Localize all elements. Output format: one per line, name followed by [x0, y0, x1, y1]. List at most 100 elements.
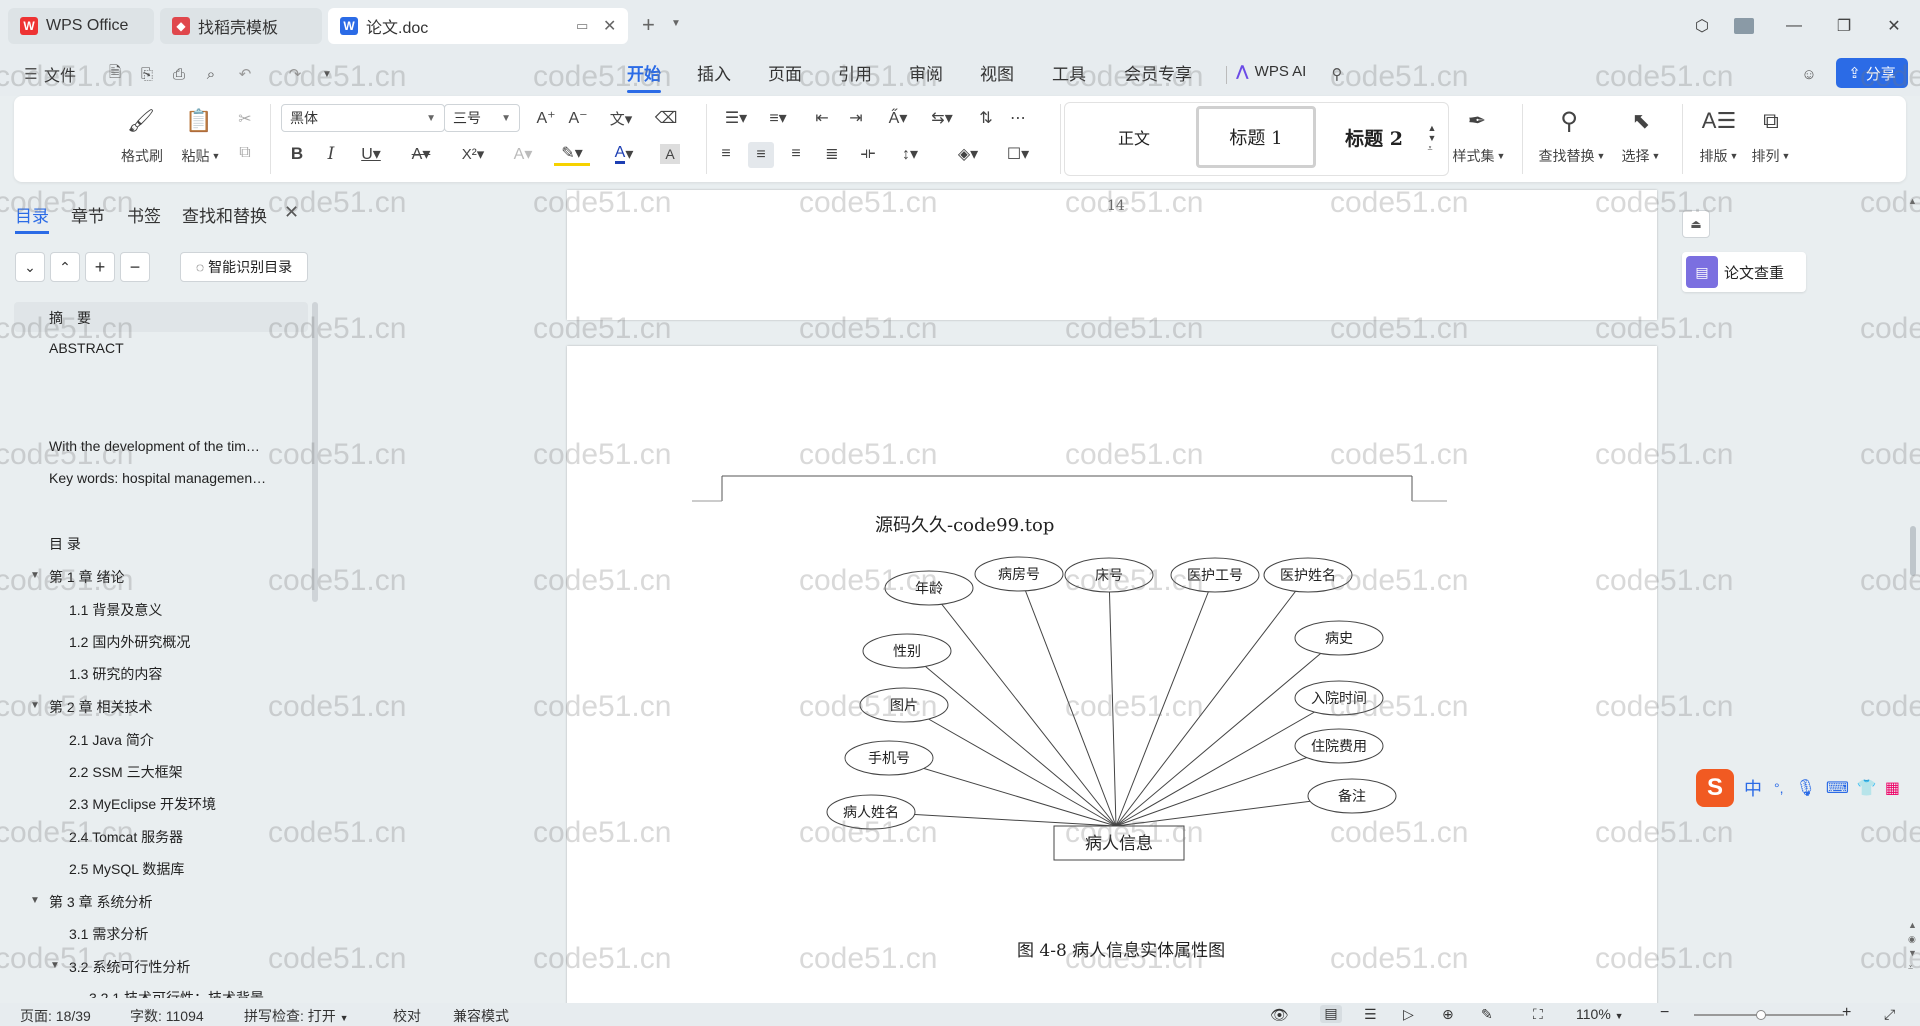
toc-item[interactable]: With the development of the tim…: [49, 438, 260, 454]
ime-lang-toggle[interactable]: 中: [1744, 775, 1762, 801]
cube-icon[interactable]: ⬡: [1688, 12, 1716, 40]
style-normal[interactable]: 正文: [1074, 106, 1194, 168]
font-name-select[interactable]: 黑体 ▼: [281, 104, 445, 132]
zoom-in-icon[interactable]: +: [1842, 1004, 1851, 1022]
style-heading1[interactable]: 标题 1: [1196, 106, 1316, 168]
keyboard-icon[interactable]: ⌨: [1826, 778, 1849, 798]
microphone-icon[interactable]: 🎙: [1796, 778, 1816, 798]
format-painter-label[interactable]: 格式刷: [114, 146, 170, 166]
pen-icon[interactable]: ✎: [1481, 1006, 1493, 1023]
style-heading2[interactable]: 标题 2: [1314, 106, 1434, 168]
play-icon[interactable]: ▷: [1403, 1006, 1414, 1023]
avatar[interactable]: [1730, 12, 1758, 40]
new-tab-icon[interactable]: +: [642, 12, 655, 38]
search-icon[interactable]: ⚲: [1328, 65, 1346, 83]
arrange-button[interactable]: 排列 ▼: [1748, 146, 1794, 166]
italic-icon[interactable]: I: [320, 142, 342, 166]
page-view-icon[interactable]: ▤: [1320, 1005, 1342, 1023]
text-direction-icon[interactable]: ⇆▾: [924, 106, 960, 130]
arrange-icon[interactable]: ⧉: [1756, 106, 1786, 136]
text-effect-icon[interactable]: A▾: [506, 142, 540, 166]
eye-icon[interactable]: 👁: [1270, 1006, 1289, 1024]
web-view-icon[interactable]: ⊕: [1442, 1006, 1454, 1023]
restore-icon[interactable]: ❐: [1830, 12, 1858, 40]
style-set-button[interactable]: 样式集 ▼: [1448, 146, 1510, 166]
apps-icon[interactable]: ▦: [1885, 778, 1900, 798]
toc-item[interactable]: ABSTRACT: [49, 340, 124, 356]
zoom-level[interactable]: 110% ▼: [1576, 1006, 1624, 1022]
collapse-up-icon[interactable]: ⌃: [50, 252, 80, 282]
punct-icon[interactable]: °,: [1774, 780, 1784, 796]
nav-tab-bookmarks[interactable]: 书签: [127, 202, 161, 227]
tab-document[interactable]: W 论文.doc ▭ ✕: [328, 8, 628, 44]
toc-item[interactable]: 2.5 MySQL 数据库: [69, 859, 184, 879]
char-shading-icon[interactable]: A: [660, 144, 680, 164]
grow-font-icon[interactable]: A⁺: [534, 106, 558, 130]
layout-icon[interactable]: A☰: [1702, 106, 1736, 136]
expand-caret-icon[interactable]: ▼: [30, 700, 40, 711]
sort-icon[interactable]: ⇅: [974, 106, 998, 130]
menu-home[interactable]: 开始: [627, 60, 661, 93]
font-size-select[interactable]: 三号 ▼: [444, 104, 520, 132]
superscript-icon[interactable]: X²▾: [454, 142, 492, 166]
borders-icon[interactable]: ☐▾: [1000, 142, 1036, 166]
zoom-out-icon[interactable]: −: [1660, 1004, 1669, 1022]
nav-tab-find[interactable]: 查找和替换: [182, 202, 267, 227]
share-button[interactable]: ⇪ 分享: [1836, 58, 1908, 88]
minimize-icon[interactable]: —: [1780, 12, 1808, 40]
toc-item[interactable]: 2.2 SSM 三大框架: [69, 762, 183, 782]
menu-references[interactable]: 引用: [838, 60, 872, 85]
increase-indent-icon[interactable]: ⇥: [844, 106, 868, 130]
toc-item[interactable]: 第 2 章 相关技术: [49, 697, 152, 717]
tab-wps-office[interactable]: W WPS Office: [8, 8, 154, 44]
show-marks-icon[interactable]: ⋯: [1006, 106, 1030, 130]
underline-icon[interactable]: U▾: [354, 142, 388, 166]
scroll-up-icon[interactable]: ▲: [1908, 196, 1917, 206]
file-menu[interactable]: 文件: [44, 62, 76, 86]
strikethrough-icon[interactable]: A▾: [404, 142, 438, 166]
line-spacing-icon[interactable]: ↕▾: [892, 142, 928, 166]
paste-button[interactable]: 粘贴 ▼: [177, 146, 225, 166]
scroll-thumb[interactable]: [1910, 526, 1916, 576]
bullets-icon[interactable]: ☰▾: [718, 106, 754, 130]
current-page[interactable]: 源码久久-code99.top 年龄 病房号 床号 医护工号 医护姓名 病史 入院时间 住院费…: [567, 346, 1657, 1006]
print-preview-icon[interactable]: ⌕: [202, 65, 220, 83]
font-color-icon[interactable]: A ▾: [606, 142, 642, 166]
numbering-icon[interactable]: ≡▾: [760, 106, 796, 130]
nav-tab-chapters[interactable]: 章节: [71, 202, 105, 227]
decrease-indent-icon[interactable]: ⇤: [810, 106, 834, 130]
add-heading-icon[interactable]: +: [85, 252, 115, 282]
shading-icon[interactable]: ◈▾: [950, 142, 986, 166]
zoom-slider-thumb[interactable]: [1756, 1010, 1766, 1020]
paper-check-button[interactable]: ▤ 论文查重: [1682, 252, 1806, 292]
remove-heading-icon[interactable]: −: [120, 252, 150, 282]
close-window-icon[interactable]: ✕: [1880, 12, 1908, 40]
spell-check-toggle[interactable]: 拼写检查: 打开 ▼: [244, 1006, 349, 1026]
align-right-icon[interactable]: ≡: [784, 142, 808, 166]
nav-scrollbar[interactable]: [312, 302, 318, 602]
toc-item[interactable]: 2.1 Java 简介: [69, 730, 154, 750]
tab-template[interactable]: ◆ 找稻壳模板: [160, 8, 322, 44]
outline-view-icon[interactable]: ☰: [1364, 1006, 1377, 1023]
export-icon[interactable]: ⎘: [138, 65, 156, 83]
more-dropdown-icon[interactable]: ▼: [318, 65, 336, 83]
toc-item[interactable]: 3.2 系统可行性分析: [69, 957, 190, 977]
undo-icon[interactable]: ↶: [236, 65, 254, 83]
highlight-icon[interactable]: ✎▾: [554, 142, 590, 166]
page-nav-icons[interactable]: ▲ ◉ ▼ ⩡: [1908, 918, 1917, 974]
copy-icon[interactable]: ⧉: [234, 142, 256, 164]
distribute-icon[interactable]: ⟛: [856, 142, 880, 166]
tab-dropdown-icon[interactable]: ▼: [671, 18, 681, 29]
align-left-icon[interactable]: ≡: [714, 142, 738, 166]
menu-tools[interactable]: 工具: [1052, 60, 1086, 85]
collapse-down-icon[interactable]: ⌄: [15, 252, 45, 282]
select-button[interactable]: 选择 ▼: [1616, 146, 1666, 166]
toc-item[interactable]: Key words: hospital managemen…: [49, 470, 266, 486]
fullscreen-icon[interactable]: ⤢: [1884, 1006, 1895, 1023]
vertical-scrollbar[interactable]: ▲ ▲ ◉ ▼ ⩡: [1906, 196, 1920, 996]
skin-icon[interactable]: 👕: [1857, 778, 1877, 798]
find-replace-button[interactable]: 查找替换 ▼: [1536, 146, 1608, 166]
menu-insert[interactable]: 插入: [697, 60, 731, 85]
expand-caret-icon[interactable]: ▼: [30, 570, 40, 581]
bold-icon[interactable]: B: [286, 142, 308, 166]
